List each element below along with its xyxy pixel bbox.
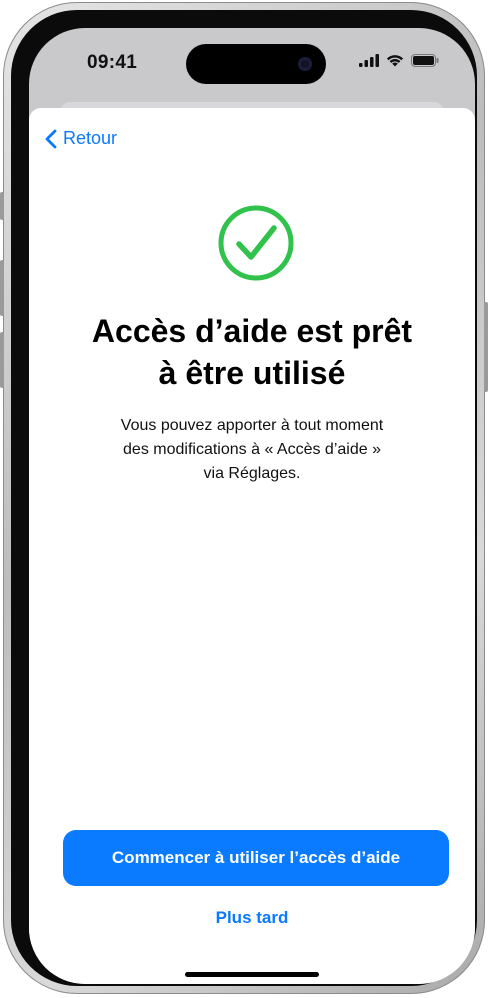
checkmark-circle-icon: [218, 205, 294, 281]
battery-icon: [411, 54, 439, 67]
volume-down-button: [0, 332, 4, 388]
wifi-icon: [386, 55, 404, 67]
home-indicator: [185, 972, 319, 977]
description-line: via Réglages.: [203, 465, 301, 482]
front-camera-icon: [298, 57, 312, 71]
later-button[interactable]: Plus tard: [152, 908, 352, 928]
back-button-label: Retour: [63, 128, 118, 148]
phone-frame: 09:41 Retour Accès d’aide est prêt à êtr…: [0, 2, 488, 994]
cellular-signal-icon: [359, 54, 379, 67]
status-time: 09:41: [87, 52, 138, 73]
back-button[interactable]: Retour: [45, 128, 117, 149]
action-button: [0, 192, 4, 220]
description-line: des modifications à « Accès d’aide »: [123, 441, 381, 458]
status-bar: 09:41: [29, 28, 475, 100]
description: Vous pouvez apporter à tout moment des m…: [69, 414, 435, 486]
description-line: Vous pouvez apporter à tout moment: [120, 417, 384, 434]
start-assistive-access-button[interactable]: Commencer à utiliser l’accès d’aide: [63, 830, 449, 886]
title-line: à être utilisé: [158, 355, 346, 391]
bezel: 09:41 Retour Accès d’aide est prêt à êtr…: [11, 10, 477, 986]
dynamic-island: [186, 44, 326, 84]
setup-sheet: Retour Accès d’aide est prêt à être util…: [29, 108, 475, 984]
power-button: [484, 302, 488, 392]
volume-up-button: [0, 260, 4, 316]
status-icons: [359, 54, 439, 67]
title-line: Accès d’aide est prêt: [91, 313, 413, 349]
chevron-left-icon: [45, 129, 57, 148]
page-title: Accès d’aide est prêt à être utilisé: [49, 310, 455, 394]
screen: 09:41 Retour Accès d’aide est prêt à êtr…: [29, 28, 475, 984]
